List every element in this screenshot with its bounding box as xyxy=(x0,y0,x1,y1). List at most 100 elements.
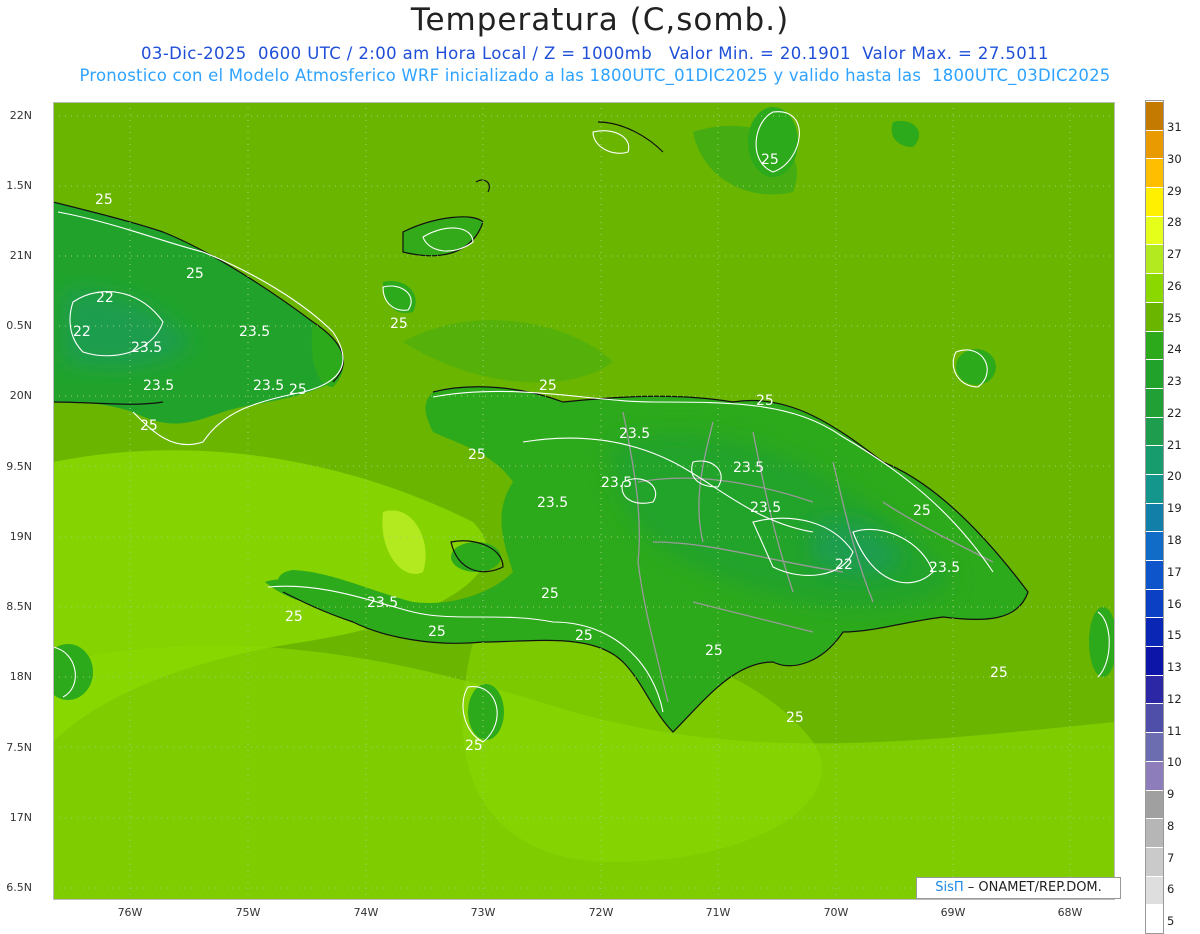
color-scale-label: 16 xyxy=(1167,596,1182,611)
color-scale-label: 21 xyxy=(1167,437,1182,452)
lat-label: 7.5N xyxy=(6,741,32,754)
color-scale-label: 8 xyxy=(1167,818,1175,833)
contour-label: 22 xyxy=(96,290,114,306)
model-info-line: Pronostico con el Modelo Atmosferico WRF… xyxy=(79,66,1111,85)
contour-label: 22 xyxy=(835,557,853,573)
color-scale-label: 10 xyxy=(1167,755,1182,770)
contour-label: 25 xyxy=(786,710,804,726)
contour-label: 23.5 xyxy=(367,595,398,611)
color-scale-label: 28 xyxy=(1167,215,1182,230)
sispi-logo: SisΠ xyxy=(935,880,964,895)
color-scale-label: 5 xyxy=(1167,914,1175,929)
lat-label: 6.5N xyxy=(6,881,32,894)
color-scale-cell xyxy=(1146,531,1163,560)
contour-label: 23.5 xyxy=(537,495,568,511)
mona-area xyxy=(956,349,996,385)
contour-label: 25 xyxy=(990,665,1008,681)
contour-label: 25 xyxy=(705,643,723,659)
color-scale-cell xyxy=(1146,502,1163,532)
lat-label: 9.5N xyxy=(6,460,32,473)
contour-label: 25 xyxy=(539,378,557,394)
contour-label: 25 xyxy=(465,738,483,754)
color-scale-label: 9 xyxy=(1167,787,1175,802)
gonave-island xyxy=(451,542,501,572)
contour-label: 23.5 xyxy=(253,378,284,394)
lon-label: 75W xyxy=(235,906,261,919)
color-scale-label: 13 xyxy=(1167,660,1182,675)
color-scale-label: 11 xyxy=(1167,723,1182,738)
contour-label: 25 xyxy=(913,503,931,519)
contour-label: 25 xyxy=(575,628,593,644)
contour-label: 23.5 xyxy=(239,324,270,340)
color-scale-label: 22 xyxy=(1167,405,1182,420)
navassa-area xyxy=(468,684,504,740)
lat-label: 22N xyxy=(9,109,32,122)
color-scale-cell xyxy=(1146,560,1163,589)
contour-label: 23.5 xyxy=(601,475,632,491)
credit-text: – ONAMET/REP.DOM. xyxy=(967,880,1102,895)
color-scale-label: 31 xyxy=(1167,120,1182,134)
color-scale-label: 17 xyxy=(1167,564,1182,579)
color-scale-label: 27 xyxy=(1167,247,1182,262)
color-scale-label: 29 xyxy=(1167,183,1182,198)
color-scale-cell xyxy=(1146,187,1163,216)
color-scale-cell xyxy=(1146,359,1163,388)
lat-label: 21N xyxy=(9,249,32,262)
color-scale-cell xyxy=(1146,818,1163,847)
lon-label: 72W xyxy=(588,906,614,919)
color-scale-cell xyxy=(1146,846,1163,876)
contour-label: 25 xyxy=(289,382,307,398)
contour-label: 23.5 xyxy=(143,378,174,394)
color-scale-label: 12 xyxy=(1167,691,1182,706)
map-title: Temperatura (C,somb.) xyxy=(410,2,790,38)
color-scale-cell xyxy=(1146,703,1163,733)
color-scale-label: 7 xyxy=(1167,850,1175,865)
contour-label: 23.5 xyxy=(131,340,162,356)
lon-label: 74W xyxy=(353,906,379,919)
contour-label: 25 xyxy=(186,266,204,282)
color-scale-cell xyxy=(1146,732,1163,761)
contour-label: 23.5 xyxy=(733,460,764,476)
lat-label: 20N xyxy=(9,389,32,402)
color-scale-label: 25 xyxy=(1167,310,1182,325)
color-scale-cell xyxy=(1146,473,1163,503)
contour-label: 25 xyxy=(428,624,446,640)
color-scale-cell xyxy=(1146,445,1163,474)
color-scale-label: 19 xyxy=(1167,501,1182,516)
lat-label: 1.5N xyxy=(6,179,32,192)
lon-label: 73W xyxy=(470,906,496,919)
color-scale-label: 15 xyxy=(1167,628,1182,643)
lat-label: 0.5N xyxy=(6,319,32,332)
color-scale-cell xyxy=(1146,416,1163,446)
contour-label: 25 xyxy=(756,393,774,409)
lat-label: 8.5N xyxy=(6,600,32,613)
contour-label: 25 xyxy=(761,152,779,168)
temperature-map: 25 25 22 22 23.5 23.5 23.5 23.5 25 25 25… xyxy=(53,102,1115,900)
color-scale-label: 30 xyxy=(1167,151,1182,166)
contour-label: 25 xyxy=(390,316,408,332)
color-scale-label: 26 xyxy=(1167,278,1182,293)
color-scale-label: 23 xyxy=(1167,374,1182,389)
color-scale-cell xyxy=(1146,215,1163,245)
color-scale-label: 20 xyxy=(1167,469,1182,484)
lat-label: 19N xyxy=(9,530,32,543)
color-scale-label: 6 xyxy=(1167,882,1175,897)
lat-label: 18N xyxy=(9,670,32,683)
color-scale-cell xyxy=(1146,129,1163,159)
color-scale-cell xyxy=(1146,674,1163,704)
contour-label: 25 xyxy=(541,586,559,602)
credit-box: SisΠ – ONAMET/REP.DOM. xyxy=(916,877,1121,899)
lon-label: 69W xyxy=(940,906,966,919)
color-scale-cell xyxy=(1146,273,1163,302)
color-scale-label: 24 xyxy=(1167,342,1182,357)
color-scale-cell xyxy=(1146,244,1163,274)
lon-label: 76W xyxy=(117,906,143,919)
color-scale-cell xyxy=(1146,588,1163,618)
color-scale-cell xyxy=(1146,330,1163,360)
contour-label: 25 xyxy=(140,418,158,434)
contour-label: 25 xyxy=(285,609,303,625)
color-scale-cell xyxy=(1146,301,1163,331)
color-scale-bar xyxy=(1145,100,1164,934)
color-scale-cell xyxy=(1146,789,1163,819)
color-scale-cell xyxy=(1146,760,1163,790)
